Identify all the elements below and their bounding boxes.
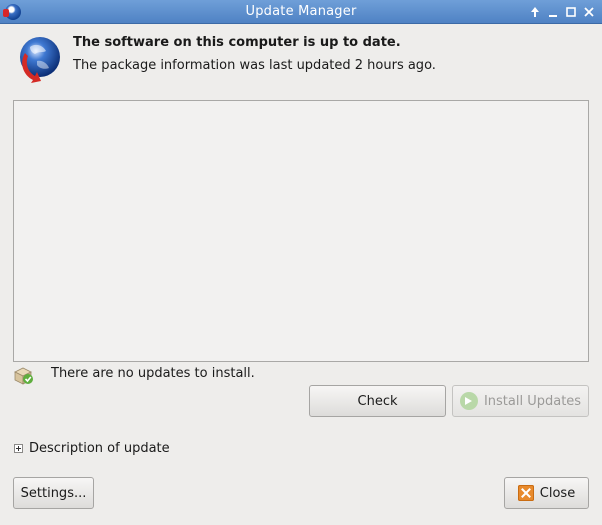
install-updates-label: Install Updates <box>483 393 582 409</box>
close-icon <box>517 485 534 501</box>
pin-icon[interactable] <box>527 4 543 20</box>
status-heading: The software on this computer is up to d… <box>73 35 401 50</box>
install-arrow-icon <box>459 392 478 410</box>
close-button[interactable]: Close <box>504 477 589 509</box>
globe-update-icon <box>13 35 63 85</box>
window-title: Update Manager <box>245 4 357 19</box>
close-window-icon[interactable] <box>581 4 597 20</box>
maximize-icon[interactable] <box>563 4 579 20</box>
description-expander[interactable]: Description of update <box>14 441 170 456</box>
status-subheading: The package information was last updated… <box>73 58 436 73</box>
settings-button-label: Settings... <box>20 485 87 501</box>
check-button[interactable]: Check <box>309 385 446 417</box>
title-bar[interactable]: Update Manager <box>0 0 602 24</box>
check-button-label: Check <box>357 393 398 409</box>
package-ok-icon <box>13 366 35 386</box>
settings-button[interactable]: Settings... <box>13 477 94 509</box>
install-updates-button[interactable]: Install Updates <box>452 385 589 417</box>
status-text: There are no updates to install. <box>51 366 255 381</box>
minimize-icon[interactable] <box>545 4 561 20</box>
description-label: Description of update <box>29 441 170 456</box>
close-button-label: Close <box>539 485 576 501</box>
expand-plus-icon[interactable] <box>14 444 23 453</box>
update-list[interactable] <box>13 100 589 362</box>
